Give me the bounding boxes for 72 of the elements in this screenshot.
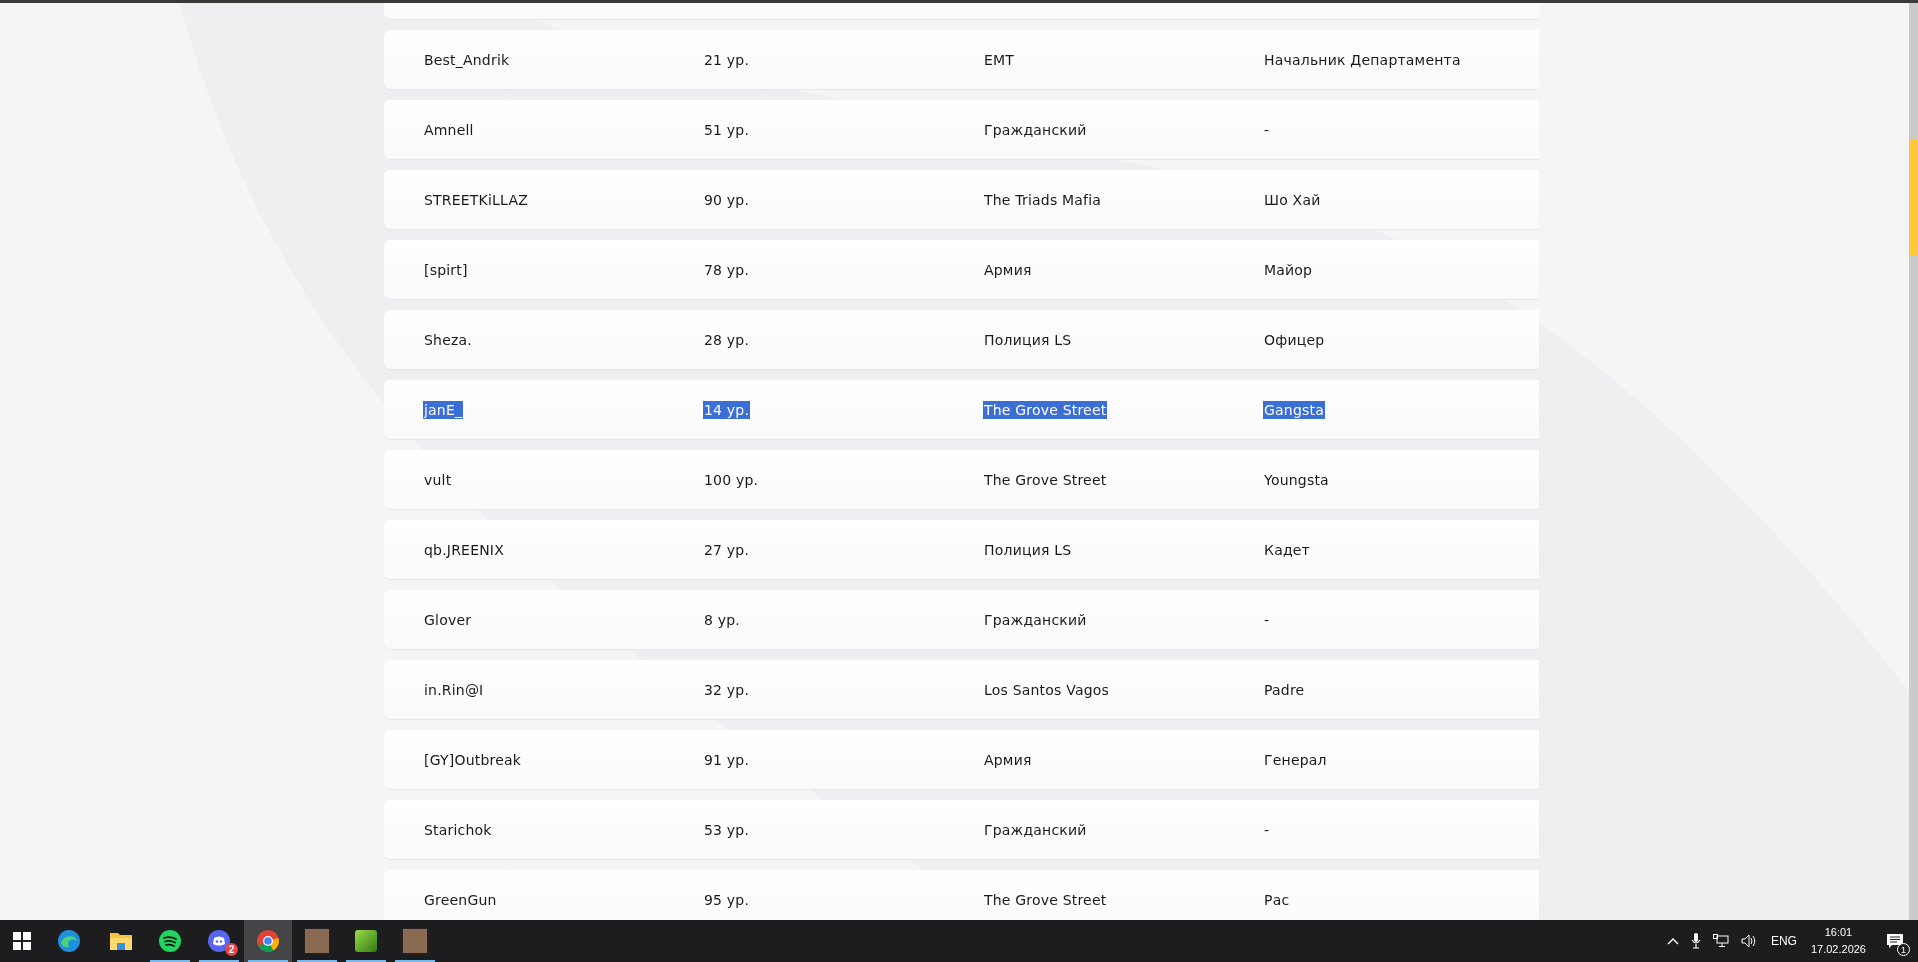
table-cell: 90 ур. — [703, 191, 751, 209]
table-cell: Los Santos Vagos — [983, 681, 1111, 699]
table-cell: The Grove Street — [983, 401, 1108, 419]
table-cell: Офицер — [1263, 331, 1326, 349]
table-cell: 32 ур. — [703, 681, 751, 699]
table-cell: Полиция LS — [983, 541, 1073, 559]
table-cell: EMT — [983, 51, 1016, 69]
clock-date[interactable]: 17.02.2026 — [1810, 941, 1866, 958]
app-photo-placeholder[interactable] — [304, 928, 330, 954]
table-cell: Starichok — [423, 821, 493, 839]
table-cell: Полиция LS — [983, 331, 1073, 349]
table-cell: in.Rin@I — [423, 681, 485, 699]
table-cell: Кадет — [1263, 541, 1311, 559]
app-photo-placeholder[interactable] — [402, 928, 428, 954]
notification-center-icon[interactable] — [1886, 933, 1904, 949]
notification-badge: 2 — [225, 943, 238, 956]
table-cell: Генерал — [1263, 751, 1328, 769]
notification-count: 1 — [1897, 943, 1910, 956]
clock-time[interactable]: 16:01 — [1824, 924, 1853, 941]
table-cell: qb.JREENIX — [423, 541, 505, 559]
app-icon[interactable] — [355, 930, 377, 952]
discord-icon[interactable] — [207, 929, 231, 953]
table-cell: 28 ур. — [703, 331, 751, 349]
table-cell: Gangsta — [1263, 401, 1325, 419]
table-cell: 51 ур. — [703, 121, 751, 139]
table-cell: Best_Andrik — [423, 51, 511, 69]
table-cell: Гражданский — [983, 821, 1088, 839]
table-cell: Майор — [1263, 261, 1314, 279]
table-cell: 27 ур. — [703, 541, 751, 559]
table-cell: The Grove Street — [983, 891, 1108, 909]
table-cell: 91 ур. — [703, 751, 751, 769]
table-cell: Youngsta — [1263, 471, 1330, 489]
table-cell: - — [1263, 121, 1271, 139]
scrollbar-thumb[interactable] — [1909, 140, 1918, 255]
table-cell: [spirt] — [423, 261, 469, 279]
microphone-icon[interactable] — [1690, 933, 1701, 949]
edge-browser-icon[interactable] — [57, 929, 81, 953]
table-cell: 21 ур. — [703, 51, 751, 69]
chrome-browser-icon[interactable] — [256, 929, 280, 953]
chevron-up-icon[interactable] — [1666, 937, 1679, 945]
table-cell: 95 ур. — [703, 891, 751, 909]
table-cell: Армия — [983, 261, 1033, 279]
table-cell: 8 ур. — [703, 611, 741, 629]
table-cell: 14 ур. — [703, 401, 751, 419]
table-cell: Padre — [1263, 681, 1306, 699]
table-cell: vult — [423, 471, 453, 489]
table-cell: - — [1263, 821, 1271, 839]
table-cell: [GY]Outbreak — [423, 751, 523, 769]
table-cell: Glover — [423, 611, 473, 629]
volume-icon[interactable] — [1740, 934, 1757, 948]
scrollbar[interactable] — [1909, 3, 1918, 920]
table-cell: Рас — [1263, 891, 1291, 909]
table-cell: GreenGun — [423, 891, 498, 909]
folder-icon[interactable] — [110, 931, 132, 951]
table-cell: - — [1263, 611, 1271, 629]
table-cell: Sheza. — [423, 331, 473, 349]
table-cell: Шо Хай — [1263, 191, 1322, 209]
table-cell: 100 ур. — [703, 471, 760, 489]
table-cell: The Grove Street — [983, 471, 1108, 489]
spotify-icon[interactable] — [158, 929, 182, 953]
table-cell: Гражданский — [983, 611, 1088, 629]
network-icon[interactable] — [1712, 934, 1729, 948]
table-cell: The Triads Mafia — [983, 191, 1103, 209]
table-cell: 53 ур. — [703, 821, 751, 839]
table-cell: Армия — [983, 751, 1033, 769]
table-cell: Гражданский — [983, 121, 1088, 139]
table-cell: 78 ур. — [703, 261, 751, 279]
table-cell: STREETKiLLAZ — [423, 191, 529, 209]
language-indicator[interactable]: ENG — [1770, 934, 1797, 948]
table-cell: janE_ — [423, 401, 464, 419]
table-cell: Начальник Департамента — [1263, 51, 1462, 69]
table-cell: Amnell — [423, 121, 475, 139]
